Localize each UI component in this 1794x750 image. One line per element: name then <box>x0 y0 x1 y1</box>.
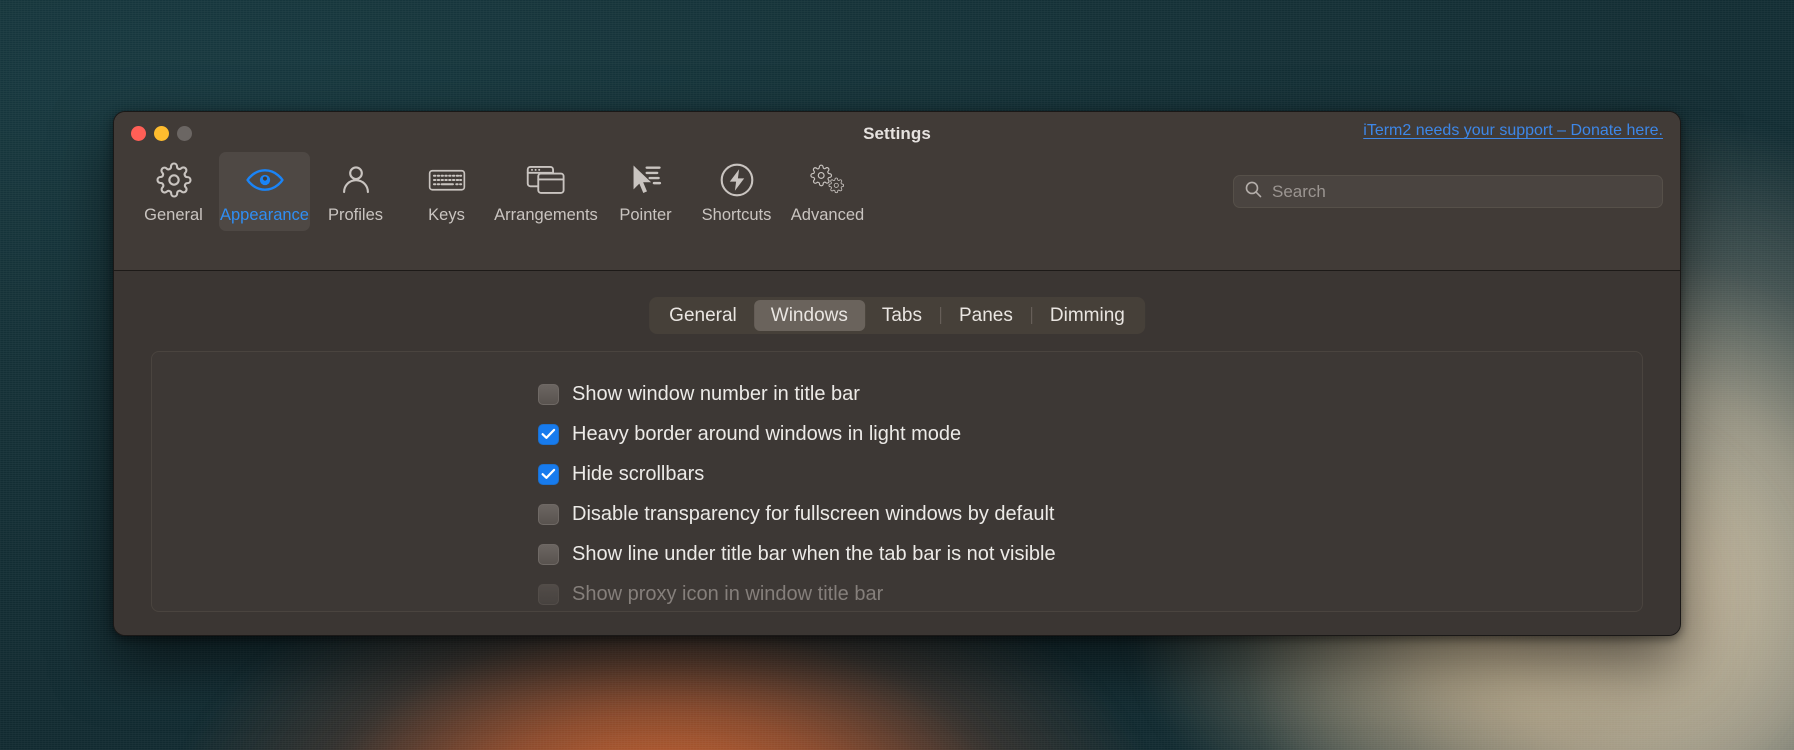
option-row-heavy-border[interactable]: Heavy border around windows in light mod… <box>538 418 1056 450</box>
toolbar-label-appearance: Appearance <box>220 207 309 224</box>
subtab-panes[interactable]: Panes <box>942 300 1030 331</box>
toolbar-label-pointer: Pointer <box>619 207 671 224</box>
option-row-hide-scrollbars[interactable]: Hide scrollbars <box>538 458 1056 490</box>
checkbox-show-window-number[interactable] <box>538 384 559 405</box>
option-row-show-window-number[interactable]: Show window number in title bar <box>538 378 1056 410</box>
subtab-divider-1 <box>940 307 941 324</box>
checkbox-show-proxy-icon <box>538 584 559 605</box>
option-label-show-window-number: Show window number in title bar <box>572 384 860 404</box>
donate-link[interactable]: iTerm2 needs your support – Donate here. <box>1363 122 1663 140</box>
toolbar-label-general: General <box>144 207 203 224</box>
subtab-general[interactable]: General <box>652 300 754 331</box>
toolbar-item-appearance[interactable]: Appearance <box>219 152 310 231</box>
toolbar-label-keys: Keys <box>428 207 465 224</box>
desktop-wallpaper: Settings iTerm2 needs your support – Don… <box>0 0 1794 750</box>
bolt-circle-icon <box>719 160 755 200</box>
keyboard-icon <box>428 160 466 200</box>
settings-window: Settings iTerm2 needs your support – Don… <box>113 111 1681 636</box>
toolbar-label-shortcuts: Shortcuts <box>702 207 772 224</box>
subtab-dimming[interactable]: Dimming <box>1033 300 1142 331</box>
settings-toolbar: General Appearance <box>128 152 873 231</box>
window-chrome: Settings iTerm2 needs your support – Don… <box>114 112 1680 271</box>
toolbar-label-keys-profiles: Profiles <box>328 207 383 224</box>
toolbar-item-profiles[interactable]: Profiles <box>310 152 401 231</box>
toolbar-item-shortcuts[interactable]: Shortcuts <box>691 152 782 231</box>
gear-icon <box>156 160 192 200</box>
subtab-tabs[interactable]: Tabs <box>865 300 939 331</box>
toolbar-item-arrangements[interactable]: Arrangements <box>492 152 600 231</box>
toolbar-label-arrangements: Arrangements <box>494 207 598 224</box>
search-input[interactable] <box>1272 182 1652 202</box>
options-panel: Show window number in title bar Heavy bo… <box>151 351 1643 612</box>
eye-icon <box>245 160 285 200</box>
option-label-show-line-under-title-bar: Show line under title bar when the tab b… <box>572 544 1056 564</box>
checkbox-heavy-border[interactable] <box>538 424 559 445</box>
search-field[interactable] <box>1233 175 1663 208</box>
option-row-show-proxy-icon: Show proxy icon in window title bar <box>538 578 1056 610</box>
cursor-icon <box>627 160 665 200</box>
subtab-windows[interactable]: Windows <box>754 300 865 331</box>
gears-icon <box>808 160 848 200</box>
search-icon <box>1244 180 1263 204</box>
options-list: Show window number in title bar Heavy bo… <box>538 378 1056 610</box>
option-label-hide-scrollbars: Hide scrollbars <box>572 464 704 484</box>
settings-body: General Windows Tabs Panes Dimming Show … <box>114 271 1680 636</box>
windows-icon <box>526 160 566 200</box>
option-label-disable-transparency: Disable transparency for fullscreen wind… <box>572 504 1054 524</box>
option-label-heavy-border: Heavy border around windows in light mod… <box>572 424 961 444</box>
toolbar-item-general[interactable]: General <box>128 152 219 231</box>
checkbox-hide-scrollbars[interactable] <box>538 464 559 485</box>
checkbox-show-line-under-title-bar[interactable] <box>538 544 559 565</box>
option-label-show-proxy-icon: Show proxy icon in window title bar <box>572 584 883 604</box>
checkbox-disable-transparency[interactable] <box>538 504 559 525</box>
toolbar-item-keys[interactable]: Keys <box>401 152 492 231</box>
option-row-show-line-under-title-bar[interactable]: Show line under title bar when the tab b… <box>538 538 1056 570</box>
toolbar-item-pointer[interactable]: Pointer <box>600 152 691 231</box>
toolbar-label-advanced: Advanced <box>791 207 864 224</box>
subtab-divider-2 <box>1031 307 1032 324</box>
appearance-subtab-bar: General Windows Tabs Panes Dimming <box>649 297 1145 334</box>
option-row-disable-transparency[interactable]: Disable transparency for fullscreen wind… <box>538 498 1056 530</box>
person-icon <box>339 160 373 200</box>
toolbar-item-advanced[interactable]: Advanced <box>782 152 873 231</box>
